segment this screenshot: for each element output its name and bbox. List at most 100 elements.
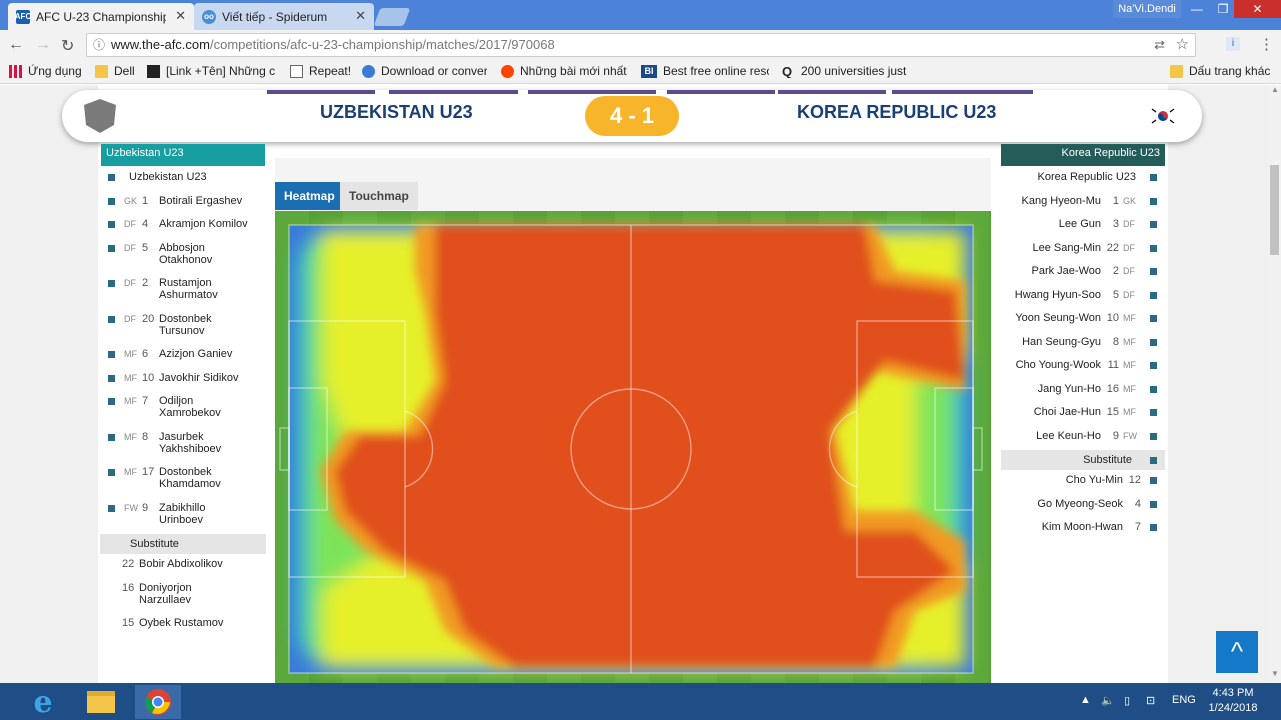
system-clock[interactable]: 4:43 PM 1/24/2018 xyxy=(1204,686,1262,716)
player-row[interactable]: DF 5 Abbosjon Otakhonov xyxy=(100,242,266,278)
player-row[interactable]: MF 10 Javokhir Sidikov xyxy=(100,372,266,396)
player-row[interactable]: MF 8 Jasurbek Yakhshiboev xyxy=(100,431,266,467)
player-position: FW xyxy=(124,502,138,513)
substitute-row[interactable]: 15 Oybek Rustamov xyxy=(100,617,266,641)
bookmark-bi[interactable]: BI Best free online reso xyxy=(641,64,769,78)
player-marker xyxy=(108,398,115,405)
windows-taskbar: e ▲ 🔈 ▯ ⊡ ENG 4:43 PM 1/24/2018 xyxy=(0,683,1281,720)
player-position: DF xyxy=(124,219,136,229)
player-row[interactable]: Han Seung-Gyu 8 MF xyxy=(1001,336,1165,360)
close-window-icon[interactable]: ✕ xyxy=(1234,0,1281,18)
player-name: Akramjon Komilov xyxy=(159,218,248,230)
scroll-down-arrow-icon[interactable]: ▼ xyxy=(1271,669,1279,678)
spiderum-icon: oo xyxy=(202,9,216,24)
player-name: Yoon Seung-Won xyxy=(1015,312,1101,324)
player-row[interactable]: Lee Gun 3 DF xyxy=(1001,218,1165,242)
player-row[interactable]: Hwang Hyun-Soo 5 DF xyxy=(1001,289,1165,313)
tab-touchmap[interactable]: Touchmap xyxy=(340,182,418,210)
player-row[interactable]: Park Jae-Woo 2 DF xyxy=(1001,265,1165,289)
scroll-to-top-button[interactable]: ^ xyxy=(1216,631,1258,673)
player-row[interactable]: Lee Keun-Ho 9 FW xyxy=(1001,430,1165,454)
bookmark-quora[interactable]: Q 200 universities just l xyxy=(782,64,910,78)
player-row[interactable]: Yoon Seung-Won 10 MF xyxy=(1001,312,1165,336)
player-number: 15 xyxy=(1106,406,1119,418)
player-row[interactable]: DF 2 Rustamjon Ashurmatov xyxy=(100,277,266,313)
substitute-row[interactable]: 16 Doniyorjon Narzullaev xyxy=(100,582,266,618)
player-name: Lee Gun xyxy=(1058,218,1101,230)
match-score-bar: UZBEKISTAN U23 4 - 1 KOREA REPUBLIC U23 xyxy=(62,90,1202,142)
nav-strip xyxy=(267,90,375,94)
nav-strip xyxy=(389,90,518,94)
player-position: MF xyxy=(124,431,137,442)
player-row[interactable]: Choi Jae-Hun 15 MF xyxy=(1001,406,1165,430)
tab-spiderum[interactable]: oo Viết tiếp - Spiderum ✕ xyxy=(194,3,374,30)
close-tab-icon[interactable]: ✕ xyxy=(175,8,186,24)
translate-icon[interactable]: ⇄ xyxy=(1154,34,1165,56)
file-explorer-icon[interactable] xyxy=(78,685,124,719)
bookmark-dell[interactable]: Dell xyxy=(95,64,135,78)
menu-icon[interactable]: ⋮ xyxy=(1259,35,1274,53)
bookmark-other[interactable]: Dấu trang khác xyxy=(1170,64,1270,78)
bookmark-reddit[interactable]: Những bài mới nhất xyxy=(501,64,627,78)
bookmark-apps[interactable]: Ứng dụng xyxy=(9,64,82,78)
player-row[interactable]: DF 4 Akramjon Komilov xyxy=(100,218,266,242)
player-row[interactable]: Lee Sang-Min 22 DF xyxy=(1001,242,1165,266)
substitute-row[interactable]: Go Myeong-Seok 4 xyxy=(1001,498,1165,522)
team-row[interactable]: Korea Republic U23 xyxy=(1001,171,1165,195)
player-row[interactable]: Kang Hyeon-Mu 1 GK xyxy=(1001,195,1165,219)
player-number: 4 xyxy=(1134,497,1141,510)
player-row[interactable]: MF 6 Azizjon Ganiev xyxy=(100,348,266,372)
player-row[interactable]: GK 1 Botirali Ergashev xyxy=(100,195,266,219)
player-position: GK xyxy=(124,195,138,206)
player-position: DF xyxy=(1123,242,1135,253)
substitute-row[interactable]: Kim Moon-Hwan 7 xyxy=(1001,521,1165,545)
forward-icon[interactable]: → xyxy=(35,36,51,54)
player-number: 6 xyxy=(142,348,149,360)
player-row[interactable]: MF 7 Odiljon Xamrobekov xyxy=(100,395,266,431)
info-icon[interactable]: ⓘ xyxy=(93,34,105,56)
player-row[interactable]: MF 17 Dostonbek Khamdamov xyxy=(100,466,266,502)
player-row[interactable]: Jang Yun-Ho 16 MF xyxy=(1001,383,1165,407)
bookmark-download[interactable]: Download or convert xyxy=(362,64,487,78)
profile-button[interactable]: Na'Vi.Dendi xyxy=(1113,0,1181,18)
bookmark-star-icon[interactable]: ☆ xyxy=(1176,34,1189,56)
page-scrollbar[interactable]: ▲ ▼ xyxy=(1268,85,1281,683)
player-row[interactable]: Cho Young-Wook 11 MF xyxy=(1001,359,1165,383)
player-name: Dostonbek Khamdamov xyxy=(159,466,221,490)
close-tab-icon[interactable]: ✕ xyxy=(355,8,366,24)
tab-heatmap[interactable]: Heatmap xyxy=(275,182,344,210)
language-indicator[interactable]: ENG xyxy=(1172,694,1196,706)
new-tab-button[interactable] xyxy=(373,8,411,26)
player-name: Jang Yun-Ho xyxy=(1037,382,1101,395)
bookmark-label: Dell xyxy=(114,64,135,78)
url-path: /competitions/afc-u-23-championship/matc… xyxy=(209,37,555,52)
battery-icon[interactable]: ▯ xyxy=(1124,694,1130,707)
player-position: MF xyxy=(1123,383,1136,394)
player-row[interactable]: FW 9 Zabikhillo Urinboev xyxy=(100,502,266,538)
bookmark-label: 200 universities just l xyxy=(801,64,910,78)
chrome-icon[interactable] xyxy=(135,685,181,719)
volume-icon[interactable]: 🔈 xyxy=(1101,694,1115,707)
team-row[interactable]: Uzbekistan U23 xyxy=(100,171,266,195)
tray-overflow-icon[interactable]: ▲ xyxy=(1080,694,1091,706)
tab-afc[interactable]: AFC AFC U-23 Championship ✕ xyxy=(8,3,194,30)
scrollbar-thumb[interactable] xyxy=(1270,165,1279,255)
player-name: Jasurbek Yakhshiboev xyxy=(159,430,222,455)
network-icon[interactable]: ⊡ xyxy=(1146,694,1155,707)
page-icon xyxy=(147,64,160,78)
scroll-up-arrow-icon[interactable]: ▲ xyxy=(1271,85,1279,94)
bookmark-repeat[interactable]: Repeat! xyxy=(290,64,351,78)
player-number: 4 xyxy=(142,218,149,230)
player-number: 20 xyxy=(142,312,155,325)
back-icon[interactable]: ← xyxy=(8,36,24,54)
player-name: Azizjon Ganiev xyxy=(159,348,233,360)
address-bar[interactable]: ⓘ www.the-afc.com/competitions/afc-u-23-… xyxy=(86,33,1196,57)
player-row[interactable]: DF 20 Dostonbek Tursunov xyxy=(100,313,266,349)
internet-explorer-icon[interactable]: e xyxy=(20,685,66,720)
reload-icon[interactable]: ↻ xyxy=(61,36,74,56)
extension-icon[interactable]: i xyxy=(1226,37,1240,51)
substitute-row[interactable]: Cho Yu-Min 12 xyxy=(1001,474,1165,498)
substitute-row[interactable]: 22 Bobir Abdixolikov xyxy=(100,558,266,582)
bookmark-link[interactable]: [Link +Tên] Những c xyxy=(147,64,275,78)
player-name: Javokhir Sidikov xyxy=(159,371,239,384)
